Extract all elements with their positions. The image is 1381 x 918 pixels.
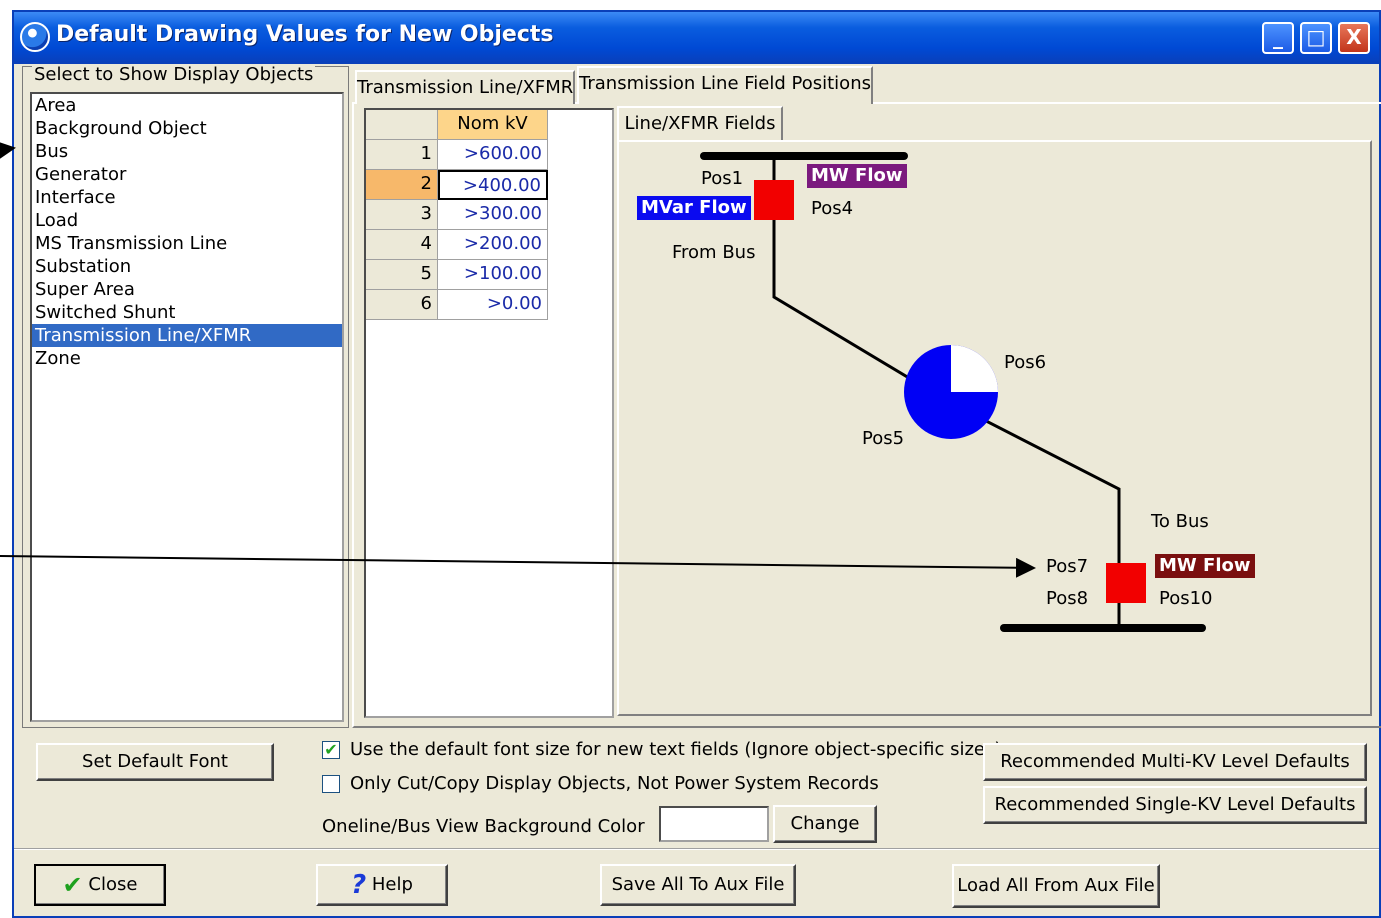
app-icon xyxy=(20,22,50,52)
list-item[interactable]: Background Object xyxy=(32,117,342,140)
footer-divider xyxy=(14,848,1379,850)
list-item[interactable]: Area xyxy=(32,94,342,117)
pos6-label: Pos6 xyxy=(1004,352,1047,373)
use-default-font-checkbox[interactable]: ✔ xyxy=(322,741,340,759)
grid-row-number[interactable]: 6 xyxy=(366,290,438,320)
mw-flow-top-label: MW Flow xyxy=(807,164,907,188)
from-breaker xyxy=(754,180,794,220)
list-item[interactable]: Interface xyxy=(32,186,342,209)
tab-field-positions[interactable]: Transmission Line Field Positions xyxy=(577,66,873,104)
only-cut-copy-checkbox[interactable] xyxy=(322,775,340,793)
nom-kv-header[interactable]: Nom kV xyxy=(438,110,548,140)
close-window-button[interactable]: X xyxy=(1338,22,1370,54)
close-button-label: Close xyxy=(88,874,138,895)
save-aux-button[interactable]: Save All To Aux File xyxy=(600,864,796,906)
help-button[interactable]: ? Help xyxy=(316,864,448,906)
list-item[interactable]: Transmission Line/XFMR xyxy=(32,324,342,347)
checkmark-icon: ✔ xyxy=(62,871,83,899)
set-default-font-button[interactable]: Set Default Font xyxy=(36,743,274,781)
list-item[interactable]: Substation xyxy=(32,255,342,278)
nom-kv-cell[interactable]: >300.00 xyxy=(438,200,548,230)
pos1-label: Pos1 xyxy=(701,168,744,189)
display-objects-legend: Select to Show Display Objects xyxy=(32,64,316,85)
mw-flow-bottom-label: MW Flow xyxy=(1155,554,1255,578)
background-color-label: Oneline/Bus View Background Color xyxy=(322,816,645,837)
list-item[interactable]: Zone xyxy=(32,347,342,370)
list-item[interactable]: MS Transmission Line xyxy=(32,232,342,255)
grid-row-number[interactable]: 3 xyxy=(366,200,438,230)
nom-kv-cell[interactable]: >600.00 xyxy=(438,140,548,170)
help-button-label: Help xyxy=(371,874,413,895)
tab-line-xfmr-fields[interactable]: Line/XFMR Fields xyxy=(617,106,783,140)
multi-kv-defaults-button[interactable]: Recommended Multi-KV Level Defaults xyxy=(983,743,1367,781)
only-cut-copy-label: Only Cut/Copy Display Objects, Not Power… xyxy=(350,773,879,794)
nom-kv-cell[interactable]: >0.00 xyxy=(438,290,548,320)
from-bus-label: From Bus xyxy=(672,242,756,263)
dialog-window: Default Drawing Values for New Objects _… xyxy=(12,10,1381,918)
close-button[interactable]: ✔ Close xyxy=(34,864,166,906)
to-bus-label: To Bus xyxy=(1151,511,1209,532)
pos8-label: Pos8 xyxy=(1046,588,1089,609)
grid-row-number[interactable]: 5 xyxy=(366,260,438,290)
window-title: Default Drawing Values for New Objects xyxy=(56,22,554,47)
mvar-flow-label: MVar Flow xyxy=(637,196,751,220)
tab-transmission-line-xfmr[interactable]: Transmission Line/XFMR xyxy=(355,70,575,104)
field-positions-diagram: Pos1 MW Flow MVar Flow Pos4 From Bus Pos… xyxy=(617,140,1372,716)
to-breaker xyxy=(1106,563,1146,603)
grid-row-number[interactable]: 1 xyxy=(366,140,438,170)
background-color-swatch[interactable] xyxy=(659,806,769,842)
use-default-font-label: Use the default font size for new text f… xyxy=(350,739,1002,760)
flow-pie-empty-slice xyxy=(951,345,998,392)
pos7-label: Pos7 xyxy=(1046,556,1089,577)
pos10-label: Pos10 xyxy=(1159,588,1213,609)
pos5-label: Pos5 xyxy=(862,428,905,449)
list-item[interactable]: Switched Shunt xyxy=(32,301,342,324)
pos4-label: Pos4 xyxy=(811,198,854,219)
change-color-button[interactable]: Change xyxy=(773,805,877,843)
nom-kv-grid[interactable]: Nom kV 1 >600.00 2 >400.00 3 >300.00 4 >200.00 5… xyxy=(364,108,614,718)
list-item[interactable]: Bus xyxy=(32,140,342,163)
nom-kv-cell[interactable]: >400.00 xyxy=(438,170,548,200)
grid-corner xyxy=(366,110,438,140)
nom-kv-cell[interactable]: >100.00 xyxy=(438,260,548,290)
title-bar[interactable]: Default Drawing Values for New Objects _… xyxy=(14,12,1379,64)
display-objects-list[interactable]: Area Background Object Bus Generator Interfa… xyxy=(30,92,344,722)
grid-row-number[interactable]: 4 xyxy=(366,230,438,260)
nom-kv-cell[interactable]: >200.00 xyxy=(438,230,548,260)
maximize-button[interactable]: □ xyxy=(1300,22,1332,54)
minimize-button[interactable]: _ xyxy=(1262,22,1294,54)
load-aux-button[interactable]: Load All From Aux File xyxy=(952,864,1160,908)
line-diagram xyxy=(700,152,1206,632)
list-item[interactable]: Super Area xyxy=(32,278,342,301)
grid-row-number[interactable]: 2 xyxy=(366,170,438,200)
list-item[interactable]: Generator xyxy=(32,163,342,186)
list-item[interactable]: Load xyxy=(32,209,342,232)
single-kv-defaults-button[interactable]: Recommended Single-KV Level Defaults xyxy=(983,786,1367,824)
question-mark-icon: ? xyxy=(351,870,367,900)
